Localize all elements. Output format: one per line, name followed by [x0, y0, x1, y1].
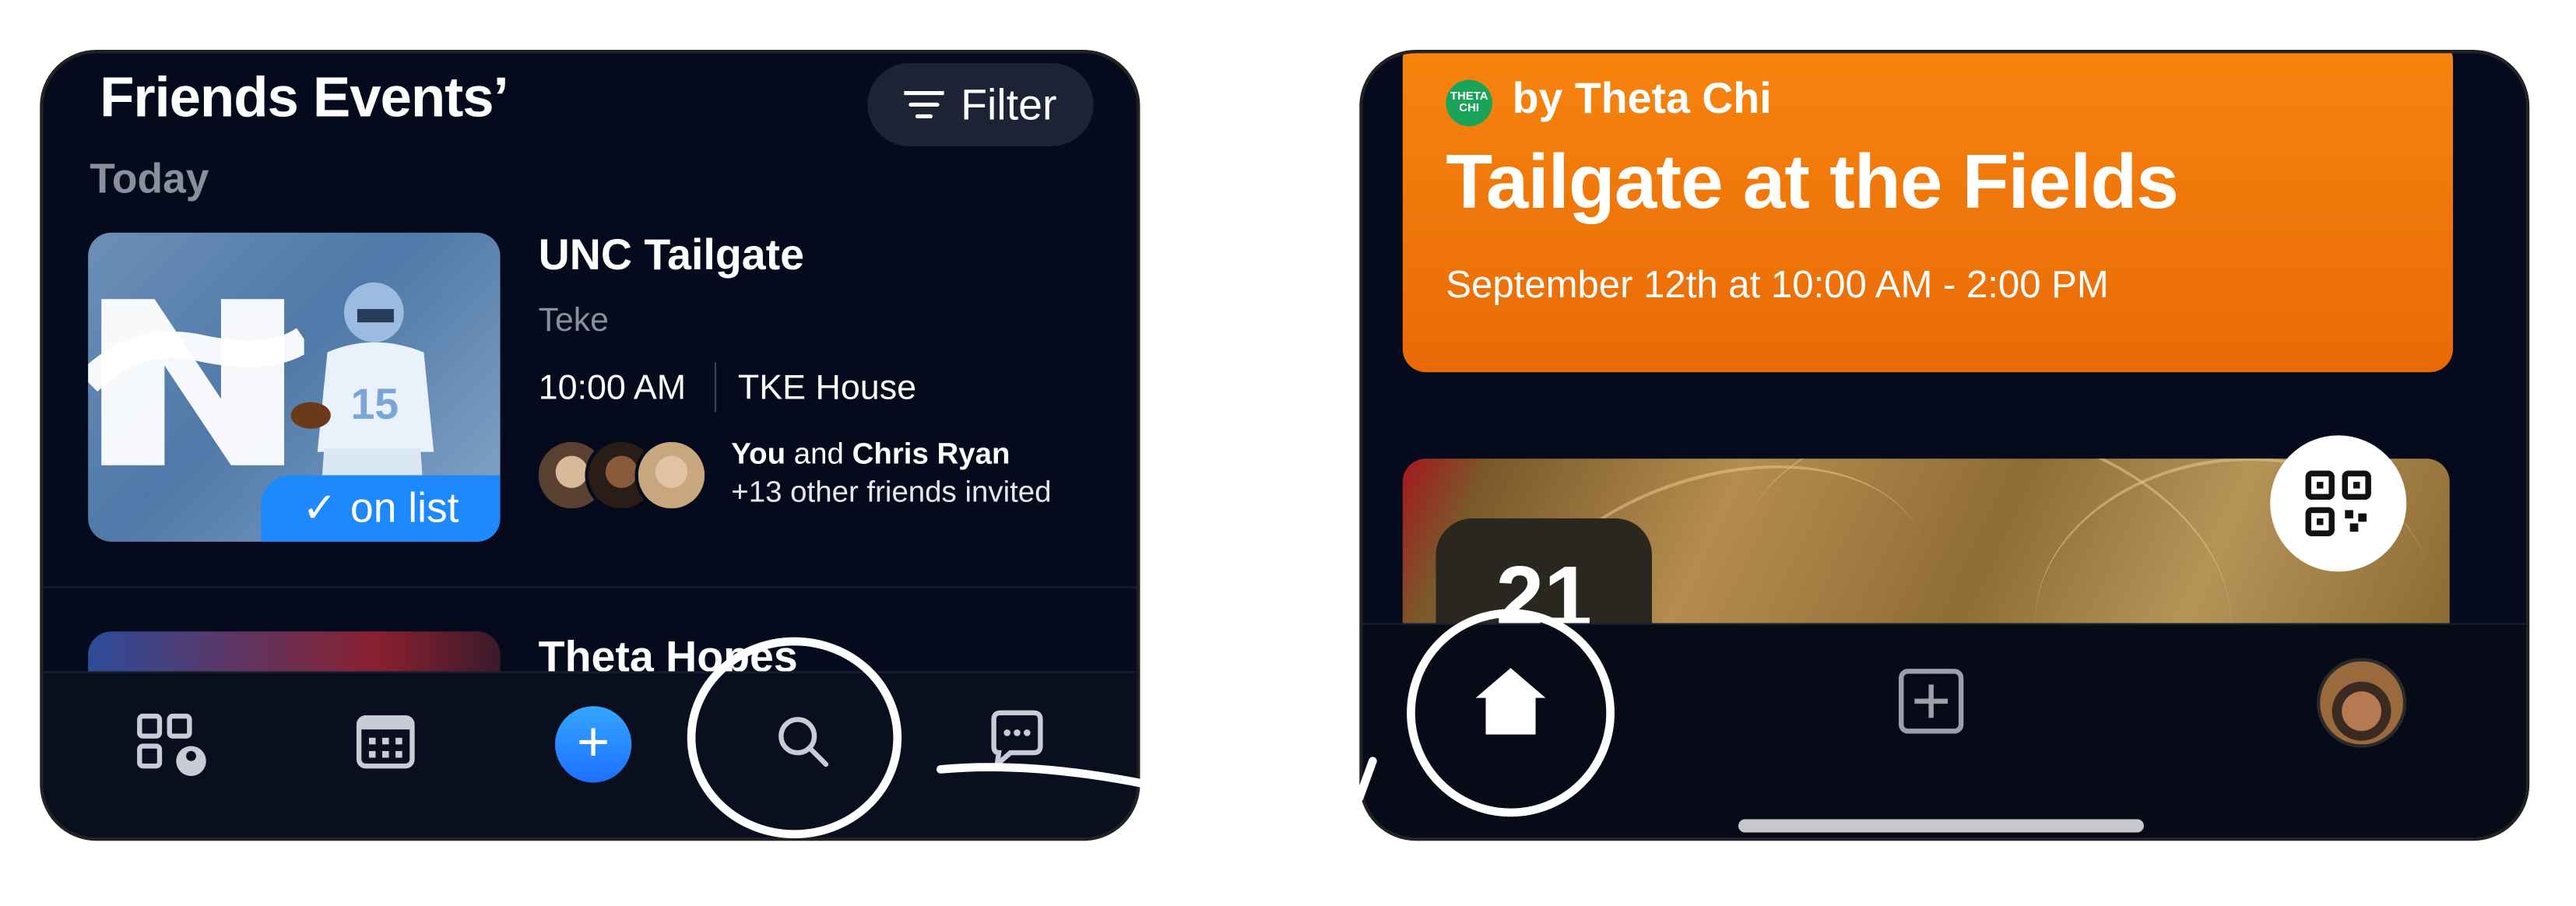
section-heading: Today — [90, 156, 209, 203]
profile-avatar[interactable] — [2316, 658, 2407, 748]
filter-label: Filter — [961, 79, 1057, 129]
invite-count: +13 other friends invited — [731, 475, 1052, 509]
page-title: Friends Events’ — [100, 66, 509, 130]
event-detail-screen: THETA CHI by Theta Chi Tailgate at the F… — [1359, 50, 2530, 841]
theta-chi-logo: THETA CHI — [1446, 79, 1493, 127]
event-organizer[interactable]: by Theta Chi — [1513, 73, 1772, 125]
event-datetime: September 12th at 10:00 AM - 2:00 PM — [1446, 262, 2109, 306]
home-icon[interactable] — [1472, 665, 1548, 738]
filter-icon — [904, 90, 944, 118]
home-indicator — [1738, 819, 2144, 833]
on-list-badge: ✓ on list — [261, 475, 501, 542]
qr-profile-icon[interactable] — [136, 713, 209, 779]
logo-text: THETA CHI — [1450, 91, 1488, 115]
calendar-icon[interactable] — [356, 713, 416, 770]
event-host: Teke — [538, 302, 609, 339]
invite-you: You — [731, 437, 786, 471]
event-thumbnail[interactable]: 15 ✓ on list — [88, 232, 501, 542]
tab-bar — [1362, 623, 2526, 838]
check-icon: ✓ — [302, 485, 337, 532]
event-time: 10:00 AM — [538, 368, 687, 408]
messages-icon[interactable] — [987, 710, 1047, 770]
event-title: Tailgate at the Fields — [1446, 138, 2179, 225]
divider — [43, 586, 1137, 588]
friend-avatars — [535, 438, 718, 512]
svg-text:15: 15 — [350, 380, 399, 428]
add-icon[interactable] — [1898, 668, 1964, 734]
on-list-label: on list — [350, 484, 459, 532]
add-event-button[interactable]: + — [555, 706, 632, 783]
friends-events-screen: Friends Events’ Filter Today 15 ✓ on lis… — [40, 50, 1140, 841]
tab-bar: + — [43, 671, 1137, 838]
qr-code-button[interactable] — [2270, 435, 2407, 572]
filter-button[interactable]: Filter — [867, 63, 1094, 146]
qr-code-icon — [2305, 470, 2371, 537]
invite-name: Chris Ryan — [852, 437, 1010, 471]
search-icon[interactable] — [775, 713, 831, 770]
event-location: TKE House — [737, 368, 917, 408]
event-title[interactable]: UNC Tailgate — [539, 230, 804, 281]
divider — [714, 362, 717, 413]
event-header-card[interactable]: THETA CHI by Theta Chi Tailgate at the F… — [1402, 53, 2453, 373]
avatar — [634, 438, 708, 512]
invite-and: and — [793, 437, 844, 471]
invite-summary: You and Chris Ryan — [731, 437, 1010, 472]
